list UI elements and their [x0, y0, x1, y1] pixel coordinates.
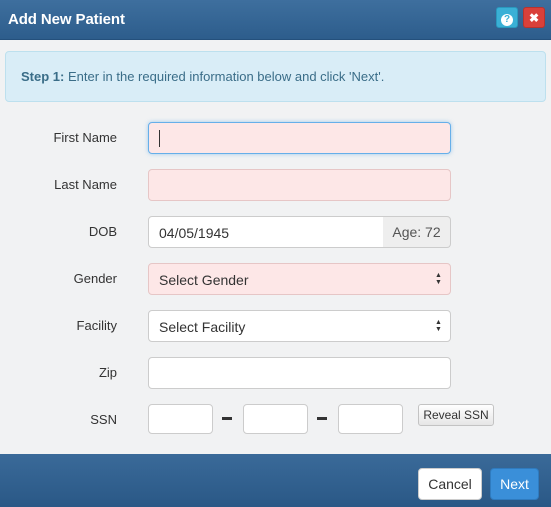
ssn-part1-input[interactable]: [148, 404, 213, 434]
last-name-label: Last Name: [54, 177, 117, 192]
add-patient-dialog: Add New Patient ? ✖ Step 1: Enter in the…: [0, 0, 551, 507]
age-addon: Age: 72: [383, 216, 451, 248]
dob-input[interactable]: 04/05/1945: [148, 216, 384, 248]
close-icon: ✖: [528, 11, 540, 25]
dob-value: 04/05/1945: [159, 225, 230, 241]
text-cursor: [159, 130, 160, 147]
select-arrows-icon: ▲ ▼: [435, 319, 442, 333]
step-label: Step 1:: [21, 69, 65, 84]
gender-label: Gender: [73, 271, 117, 286]
reveal-ssn-button[interactable]: Reveal SSN: [418, 404, 494, 426]
gender-selected-value: Select Gender: [159, 272, 249, 288]
ssn-label: SSN: [90, 412, 117, 427]
first-name-label: First Name: [53, 130, 117, 145]
first-name-input[interactable]: [148, 122, 451, 154]
dob-label: DOB: [88, 224, 117, 239]
dialog-title: Add New Patient: [8, 11, 125, 28]
ssn-dash: [222, 417, 232, 420]
help-button[interactable]: ?: [496, 7, 518, 28]
gender-select[interactable]: Select Gender ▲ ▼: [148, 263, 451, 295]
zip-input[interactable]: [148, 357, 451, 389]
last-name-input[interactable]: [148, 169, 451, 201]
question-icon: ?: [501, 14, 513, 26]
facility-select[interactable]: Select Facility ▲ ▼: [148, 310, 451, 342]
step-info-alert: Step 1: Enter in the required informatio…: [5, 51, 546, 102]
ssn-dash: [317, 417, 327, 420]
cancel-button[interactable]: Cancel: [418, 468, 482, 500]
next-button[interactable]: Next: [490, 468, 539, 500]
close-button[interactable]: ✖: [523, 7, 545, 28]
zip-label: Zip: [98, 365, 117, 380]
ssn-part3-input[interactable]: [338, 404, 403, 434]
step-instructions: Enter in the required information below …: [64, 69, 385, 84]
select-arrows-icon: ▲ ▼: [435, 272, 442, 286]
dialog-header: Add New Patient ? ✖: [0, 0, 551, 40]
facility-label: Facility: [76, 318, 117, 333]
facility-selected-value: Select Facility: [159, 319, 246, 335]
ssn-part2-input[interactable]: [243, 404, 308, 434]
